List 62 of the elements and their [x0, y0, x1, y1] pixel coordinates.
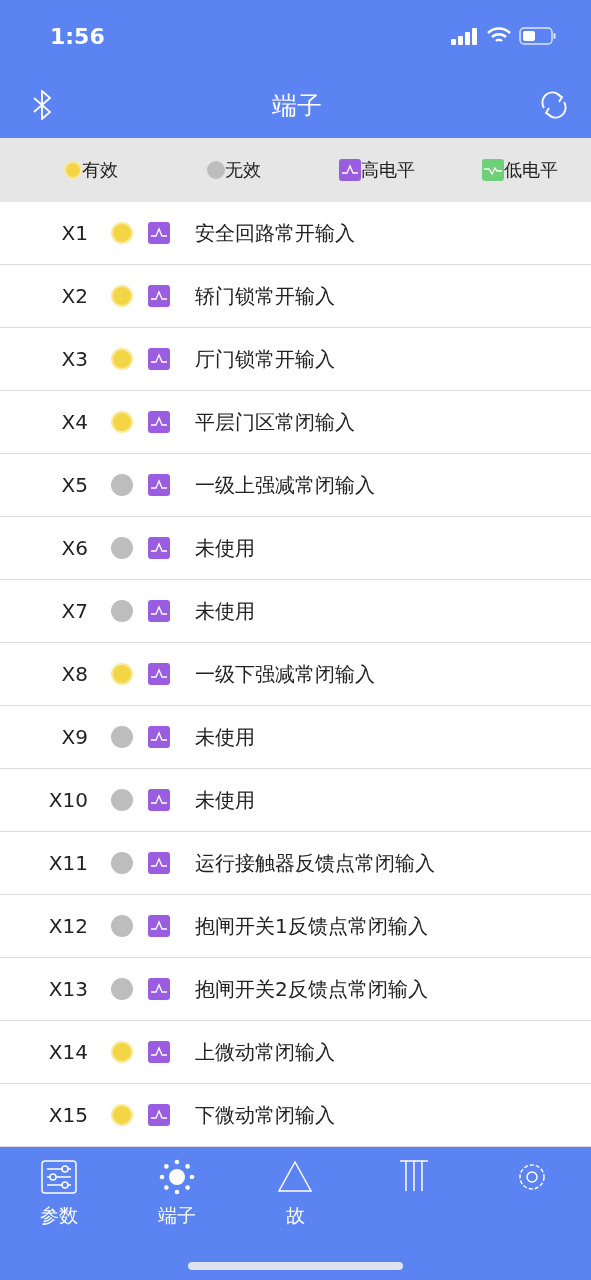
legend-label: 低电平 [503, 158, 558, 182]
terminal-name: 轿门锁常开输入 [195, 282, 335, 310]
pulse-icon [148, 663, 170, 685]
pulse-icon [148, 915, 170, 937]
terminal-label: X11 [47, 851, 89, 875]
legend-label: 高电平 [360, 158, 415, 182]
terminal-label: X1 [60, 221, 89, 245]
terminal-name: 未使用 [195, 786, 255, 814]
signal-icon [451, 27, 479, 45]
pulse-icon [148, 726, 170, 748]
pulse-icon [148, 600, 170, 622]
terminal-label: X15 [47, 1103, 89, 1127]
refresh-icon[interactable] [539, 90, 569, 120]
pulse-icon [148, 978, 170, 1000]
tab-bar-item[interactable]: 端子 [118, 1147, 237, 1280]
terminal-label: X5 [60, 473, 89, 497]
terminal-name: 抱闸开关2反馈点常闭输入 [195, 975, 428, 1003]
terminal-name: 平层门区常闭输入 [195, 408, 355, 436]
pulse-icon [148, 789, 170, 811]
terminal-label: X6 [60, 536, 89, 560]
terminal-name: 一级下强减常闭输入 [195, 660, 375, 688]
page-title: 端子 [271, 89, 322, 122]
battery-icon [519, 26, 557, 46]
tab-bar-item[interactable]: 故 [236, 1147, 355, 1280]
terminal-label: X8 [60, 662, 89, 686]
terminal-name: 未使用 [195, 534, 255, 562]
active-dot-icon [64, 161, 83, 179]
terminal-name: 运行接触器反馈点常闭输入 [195, 849, 435, 877]
pulse-icon [148, 537, 170, 559]
pulse-icon [338, 159, 361, 181]
terminal-name: 厅门锁常开输入 [195, 345, 335, 373]
pulse-icon [148, 285, 170, 307]
terminal-name: 上微动常闭输入 [195, 1038, 335, 1066]
terminal-label: X10 [47, 788, 89, 812]
terminal-label: X14 [47, 1040, 89, 1064]
terminal-label: X2 [60, 284, 89, 308]
legend-label: 无效 [225, 158, 262, 182]
terminal-label: X9 [60, 725, 89, 749]
terminal-name: 未使用 [195, 723, 255, 751]
terminal-name: 下微动常闭输入 [195, 1101, 335, 1129]
terminal-name: 抱闸开关1反馈点常闭输入 [195, 912, 428, 940]
pulse-icon [148, 1041, 170, 1063]
terminal-name: 一级上强减常闭输入 [195, 471, 375, 499]
legend-label: 有效 [82, 158, 119, 182]
pulse-icon [148, 1104, 170, 1126]
terminal-label: X3 [60, 347, 89, 371]
pulse-icon [148, 222, 170, 244]
terminal-name: 未使用 [195, 597, 255, 625]
terminal-label: X12 [47, 914, 89, 938]
wave-icon [481, 159, 504, 181]
pulse-icon [148, 348, 170, 370]
pulse-icon [148, 411, 170, 433]
tab-bar-item[interactable]: 参数 [0, 1147, 119, 1280]
status-time: 1:56 [50, 23, 105, 49]
inactive-dot-icon [207, 161, 226, 179]
sliders-icon [39, 1157, 80, 1197]
terminal-name: 安全回路常开输入 [195, 219, 355, 247]
terminal-label: X7 [60, 599, 89, 623]
pulse-icon [148, 852, 170, 874]
pulse-icon [148, 474, 170, 496]
terminal-label: X4 [60, 410, 89, 434]
terminal-label: X13 [47, 977, 89, 1001]
